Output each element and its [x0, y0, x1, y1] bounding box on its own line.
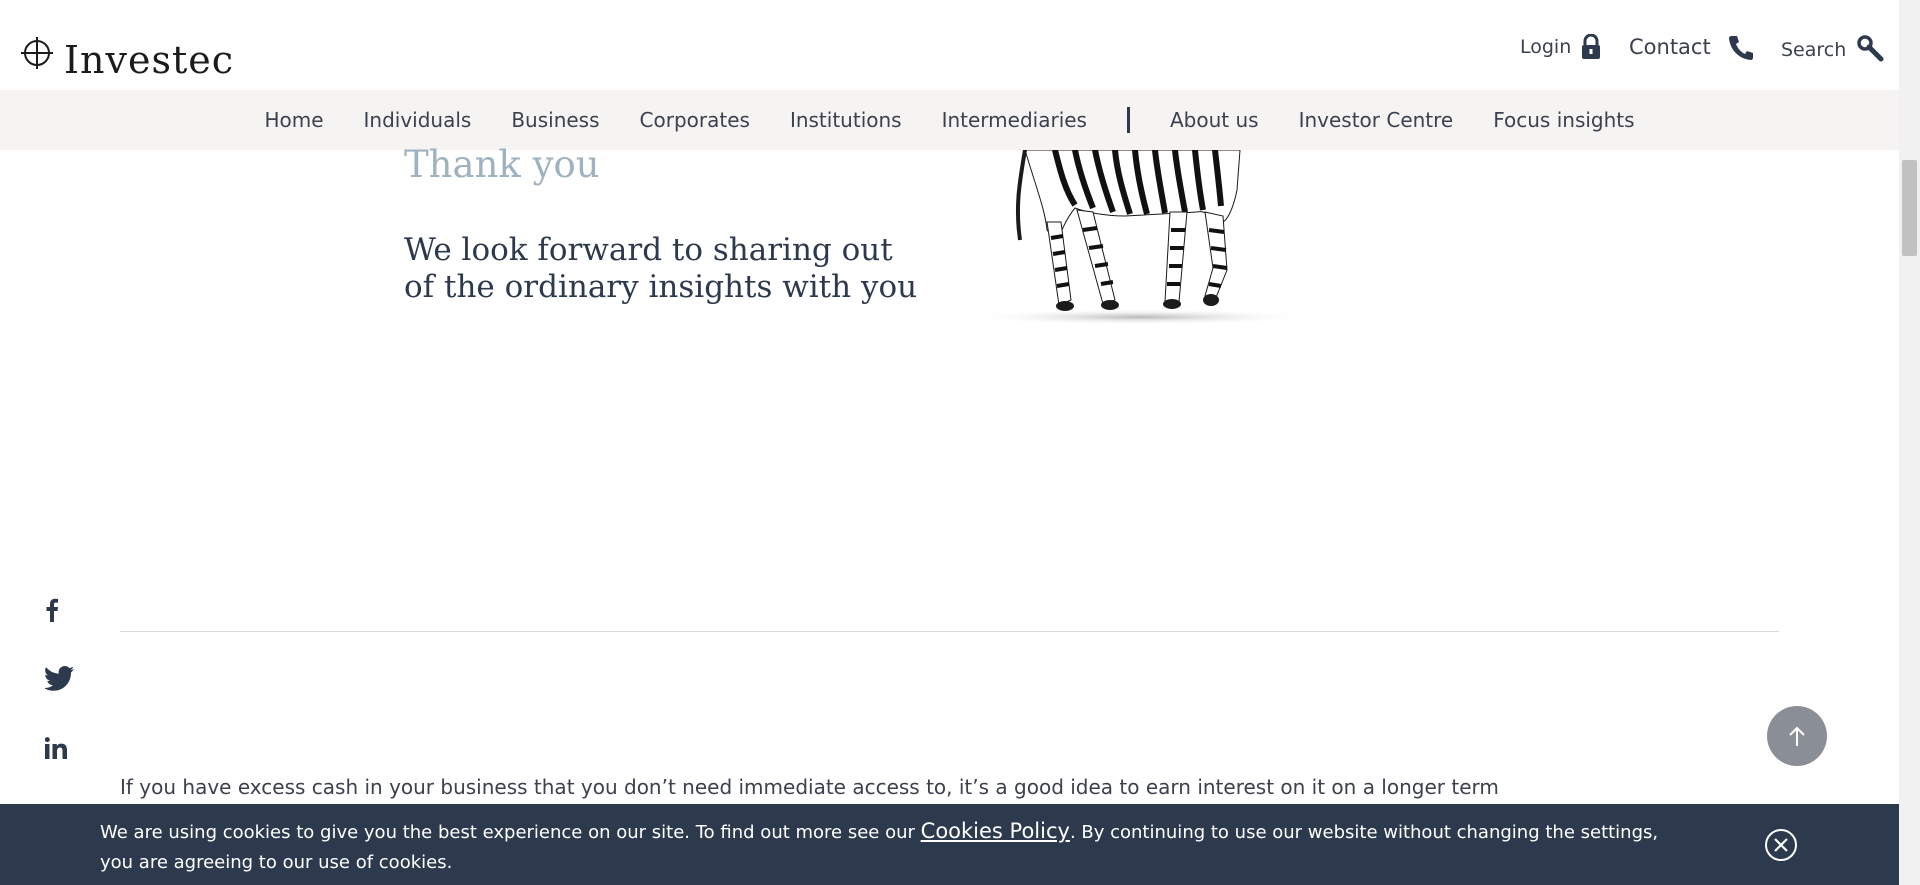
nav-item-intermediaries[interactable]: Intermediaries [942, 108, 1087, 132]
search-link[interactable]: Search [1781, 35, 1884, 62]
main-nav: Home Individuals Business Corporates Ins… [0, 90, 1899, 150]
search-icon [1857, 35, 1884, 62]
linkedin-share-link[interactable] [44, 737, 67, 763]
nav-item-focus-insights[interactable]: Focus insights [1493, 108, 1634, 132]
twitter-share-link[interactable] [43, 666, 75, 696]
zebra-image [965, 150, 1315, 325]
nav-item-home[interactable]: Home [264, 108, 323, 132]
phone-icon [1728, 36, 1753, 60]
facebook-icon [46, 598, 58, 622]
nav-item-business[interactable]: Business [511, 108, 599, 132]
site-header: Investec Login Contact Search [0, 0, 1899, 90]
lock-icon [1582, 34, 1601, 59]
contact-label: Contact [1629, 35, 1711, 59]
login-label: Login [1520, 36, 1572, 58]
nav-item-individuals[interactable]: Individuals [364, 108, 472, 132]
article-paragraph: If you have excess cash in your business… [120, 775, 1499, 799]
crosshair-logo-icon [21, 37, 53, 69]
cookie-text-before: We are using cookies to give you the bes… [100, 822, 921, 843]
nav-item-about-us[interactable]: About us [1170, 108, 1259, 132]
search-label: Search [1781, 39, 1847, 61]
thank-you-heading: Thank you [404, 143, 600, 186]
nav-item-institutions[interactable]: Institutions [790, 108, 902, 132]
back-to-top-button[interactable] [1767, 706, 1827, 766]
nav-item-corporates[interactable]: Corporates [640, 108, 750, 132]
scrollbar-thumb[interactable] [1902, 160, 1917, 256]
cookies-policy-link[interactable]: Cookies Policy [921, 819, 1070, 843]
logo-text: Investec [64, 38, 234, 82]
arrow-up-icon [1789, 726, 1805, 746]
close-cookie-button[interactable] [1764, 828, 1798, 862]
thank-you-message: We look forward to sharing out of the or… [404, 232, 918, 305]
login-link[interactable]: Login [1520, 34, 1601, 60]
nav-item-investor-centre[interactable]: Investor Centre [1299, 108, 1454, 132]
investec-logo[interactable]: Investec [20, 24, 234, 82]
page-scrollbar[interactable] [1899, 0, 1920, 885]
contact-link[interactable]: Contact [1629, 34, 1755, 60]
facebook-share-link[interactable] [45, 598, 59, 626]
cookie-message: We are using cookies to give you the bes… [100, 816, 1660, 878]
nav-divider [1126, 107, 1130, 133]
section-divider [120, 631, 1779, 632]
cookie-banner: We are using cookies to give you the bes… [0, 804, 1899, 885]
linkedin-icon [44, 737, 67, 759]
twitter-icon [43, 666, 74, 691]
